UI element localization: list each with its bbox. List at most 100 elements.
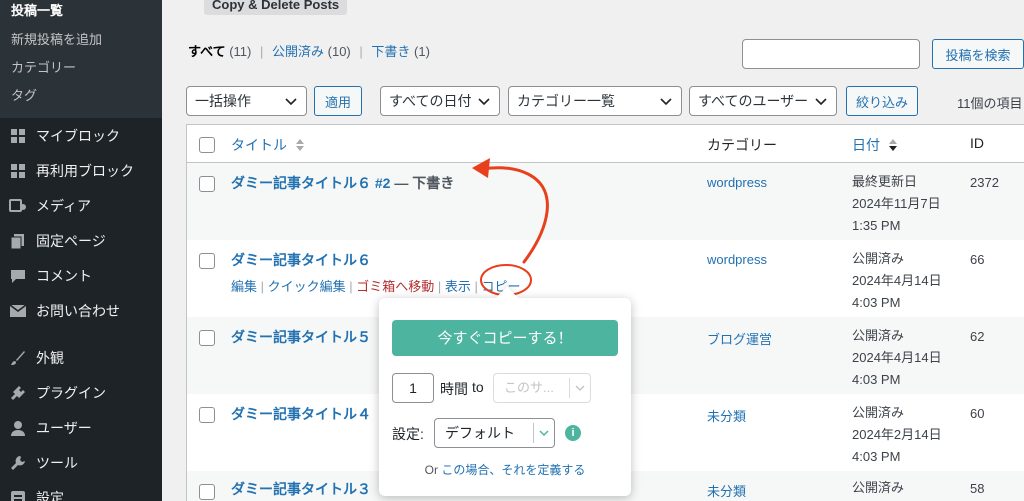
menu-label: プラグイン <box>36 384 106 401</box>
hours-input[interactable]: 1 <box>392 373 434 403</box>
bulk-actions-select[interactable]: 一括操作 <box>186 86 307 116</box>
date-filter-select[interactable]: すべての日付 <box>380 86 500 116</box>
menu-comments[interactable]: コメント <box>0 258 162 293</box>
quick-edit-link[interactable]: クイック編集 <box>268 279 346 294</box>
post-title-link[interactable]: ダミー記事タイトル６ <box>231 250 371 270</box>
view-draft[interactable]: 下書き <box>371 44 410 59</box>
menu-label: コメント <box>36 267 92 284</box>
menu-separator <box>0 328 162 340</box>
post-title-link[interactable]: ダミー記事タイトル４ <box>231 404 371 424</box>
settings-icon <box>8 488 28 501</box>
post-id: 60 <box>970 406 985 421</box>
row-checkbox[interactable] <box>199 330 215 346</box>
menu-appearance[interactable]: 外観 <box>0 340 162 375</box>
search-posts-button[interactable]: 投稿を検索 <box>932 39 1024 69</box>
bulk-actions-value: 一括操作 <box>195 93 251 109</box>
wrench-icon <box>8 453 28 473</box>
view-all[interactable]: すべて <box>188 44 226 59</box>
user-filter-select[interactable]: すべてのユーザー <box>689 86 837 116</box>
category-link[interactable]: wordpress <box>707 175 767 190</box>
menu-users[interactable]: ユーザー <box>0 410 162 445</box>
view-published-count: (10) <box>327 44 351 59</box>
header-date[interactable]: 日付 <box>852 135 898 155</box>
row-checkbox[interactable] <box>199 484 215 500</box>
category-link[interactable]: wordpress <box>707 252 767 267</box>
select-all-checkbox[interactable] <box>199 137 215 153</box>
date-cell: 最終更新日 2024年11月7日 1:35 PM <box>852 171 941 237</box>
post-title-link[interactable]: ダミー記事タイトル３ <box>231 479 371 499</box>
row-checkbox[interactable] <box>199 407 215 423</box>
filter-button[interactable]: 絞り込み <box>846 86 918 116</box>
menu-reusable-blocks[interactable]: 再利用ブロック <box>0 153 162 188</box>
define-settings-link[interactable]: この場合、それを定義する <box>441 463 585 477</box>
brush-icon <box>8 348 28 368</box>
chevron-down-icon <box>660 98 672 106</box>
date-cell: 公開済み 2024年2月14日 4:03 PM <box>852 402 942 468</box>
info-icon[interactable]: i <box>565 425 581 441</box>
view-link[interactable]: 表示 <box>445 279 471 294</box>
post-title-link[interactable]: ダミー記事タイトル６ #2 — 下書き <box>231 173 454 193</box>
header-category: カテゴリー <box>707 137 777 153</box>
menu-my-blocks[interactable]: マイブロック <box>0 118 162 153</box>
post-id: 66 <box>970 252 985 267</box>
view-published[interactable]: 公開済み <box>272 44 324 59</box>
chevron-down-icon <box>815 98 827 106</box>
row-actions: 編集 | クイック編集 | ゴミ箱へ移動 | 表示 | コピー <box>231 279 521 294</box>
edit-link[interactable]: 編集 <box>231 279 257 294</box>
submenu-add-new[interactable]: 新規投稿を追加 <box>0 26 162 54</box>
header-title[interactable]: タイトル <box>231 135 305 155</box>
date-status: 公開済み <box>852 480 905 495</box>
category-filter-select[interactable]: カテゴリー一覧 <box>508 86 682 116</box>
search-input[interactable] <box>742 39 920 69</box>
post-id: 62 <box>970 329 985 344</box>
copy-now-button[interactable]: 今すぐコピーする！ <box>392 320 618 356</box>
post-title-link[interactable]: ダミー記事タイトル５ <box>231 327 371 347</box>
copy-delete-posts-tab[interactable]: Copy & Delete Posts <box>204 0 348 15</box>
menu-plugins[interactable]: プラグイン <box>0 375 162 410</box>
menu-label: 設定 <box>36 489 64 501</box>
site-select-placeholder: このサ... <box>504 380 554 395</box>
header-title-label[interactable]: タイトル <box>231 137 287 153</box>
copy-options-popup: 今すぐコピーする！ 1 時間 to このサ... 設定: デフォルト i Or … <box>379 286 631 496</box>
date-value: 2024年11月7日 <box>852 196 941 211</box>
submenu-all-posts[interactable]: 投稿一覧 <box>0 0 162 26</box>
category-filter-value: カテゴリー一覧 <box>517 93 615 109</box>
time-value: 4:03 PM <box>852 295 901 310</box>
hours-label: 時間 <box>440 381 468 397</box>
apply-button[interactable]: 適用 <box>314 86 362 116</box>
category-link[interactable]: 未分類 <box>707 481 746 500</box>
category-link[interactable]: ブログ運営 <box>707 329 772 348</box>
plugin-icon <box>8 383 28 403</box>
menu-media[interactable]: メディア <box>0 188 162 223</box>
submenu-categories[interactable]: カテゴリー <box>0 54 162 82</box>
menu-tools[interactable]: ツール <box>0 445 162 480</box>
row-checkbox[interactable] <box>199 253 215 269</box>
to-label: to <box>472 379 484 395</box>
grid-icon <box>8 161 28 181</box>
sort-icon <box>295 139 304 151</box>
menu-settings[interactable]: 設定 <box>0 480 162 501</box>
sort-desc-icon <box>888 139 897 151</box>
settings-select-value: デフォルト <box>445 425 515 441</box>
submenu-tags[interactable]: タグ <box>0 82 162 110</box>
menu-label: ユーザー <box>36 419 92 436</box>
date-cell: 公開済み 2024年4月14日 4:03 PM <box>852 248 942 314</box>
or-label: Or <box>424 463 438 477</box>
header-id: ID <box>970 135 984 151</box>
table-header: タイトル カテゴリー 日付 ID <box>187 125 1024 163</box>
table-row: ダミー記事タイトル６ #2 — 下書き wordpress 最終更新日 2024… <box>187 163 1024 240</box>
date-cell: 公開済み <box>852 477 904 499</box>
header-date-label[interactable]: 日付 <box>852 137 880 153</box>
post-status-views: すべて (11) | 公開済み (10) | 下書き (1) <box>188 44 430 59</box>
mail-icon <box>8 301 28 321</box>
date-value: 2024年2月14日 <box>852 427 942 442</box>
menu-pages[interactable]: 固定ページ <box>0 223 162 258</box>
menu-contact[interactable]: お問い合わせ <box>0 293 162 328</box>
post-state: — 下書き <box>390 175 455 191</box>
settings-select[interactable]: デフォルト <box>434 418 555 448</box>
page-icon <box>8 231 28 251</box>
trash-link[interactable]: ゴミ箱へ移動 <box>356 279 434 294</box>
category-link[interactable]: 未分類 <box>707 406 746 425</box>
date-status: 最終更新日 <box>852 174 918 189</box>
row-checkbox[interactable] <box>199 176 215 192</box>
